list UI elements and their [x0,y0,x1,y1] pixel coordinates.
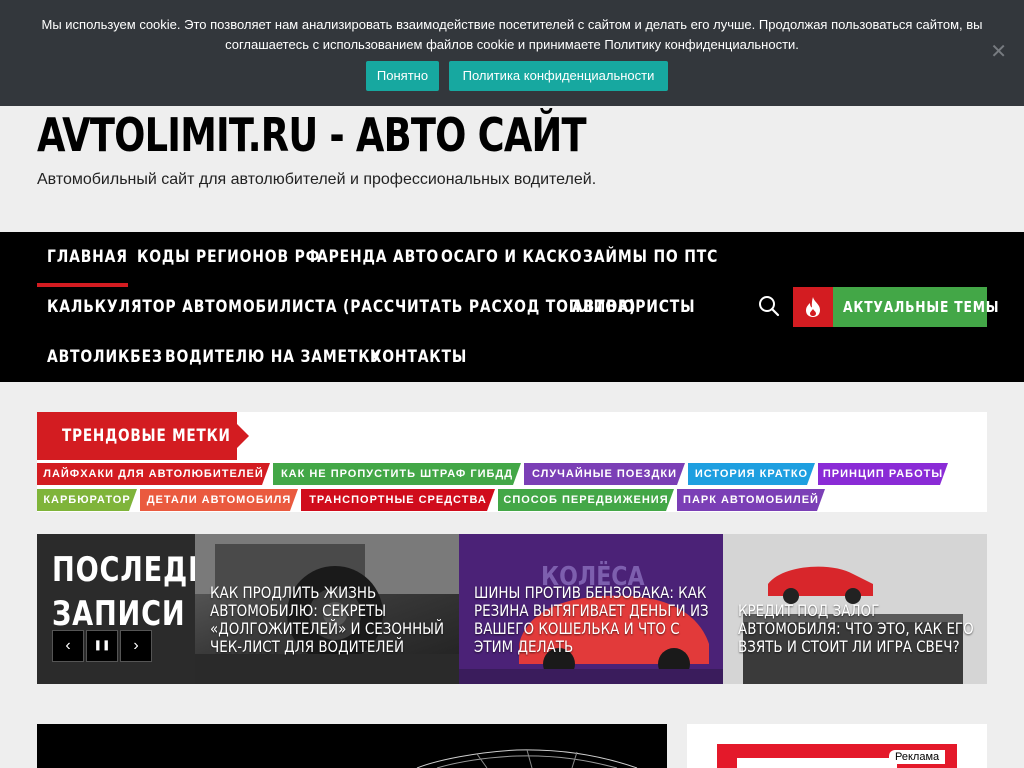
sidebar-ad: Реклама [687,724,987,768]
hot-topics-label: АКТУАЛЬНЫЕ ТЕМЫ [843,298,1000,316]
post-title[interactable]: КРЕДИТ ПОД ЗАЛОГ АВТОМОБИЛЯ: ЧТО ЭТО, КА… [738,602,982,656]
slider-pause-button[interactable]: ❚❚ [86,630,118,662]
search-icon[interactable] [758,295,780,317]
post-title[interactable]: КАК ПРОДЛИТЬ ЖИЗНЬ АВТОМОБИЛЮ: СЕКРЕТЫ «… [210,584,454,656]
fire-icon [806,297,820,317]
trending-heading: ТРЕНДОВЫЕ МЕТКИ [62,426,231,446]
cookie-accept-button[interactable]: Понятно [366,61,439,91]
nav-item-home[interactable]: ГЛАВНАЯ [47,232,128,282]
tag-car-fleet[interactable]: ПАРК АВТОМОБИЛЕЙ [677,489,825,511]
latest-posts-slider: ПОСЛЕДНИЕ ЗАПИСИ ‹ ❚❚ › КАК ПРОДЛИТЬ ЖИЗ… [37,534,987,684]
latest-heading-line1: ПОСЛЕДНИЕ [52,550,255,590]
ad-label: Реклама [889,750,946,764]
post-card[interactable]: КРЕДИТ ПОД ЗАЛОГ АВТОМОБИЛЯ: ЧТО ЭТО, КА… [723,534,987,684]
slider-prev-button[interactable]: ‹ [52,630,84,662]
trending-tags-section: ТРЕНДОВЫЕ МЕТКИ ЛАЙФХАКИ ДЛЯ АВТОЛЮБИТЕЛ… [37,412,987,512]
latest-posts-heading: ПОСЛЕДНИЕ ЗАПИСИ [52,548,255,636]
nav-item-driver-notes[interactable]: ВОДИТЕЛЮ НА ЗАМЕТКУ [165,332,382,382]
nav-item-contacts[interactable]: КОНТАКТЫ [370,332,467,382]
tag-transport-method[interactable]: СПОСОБ ПЕРЕДВИЖЕНИЯ [498,489,674,511]
tag-lifehacks[interactable]: ЛАЙФХАКИ ДЛЯ АВТОЛЮБИТЕЛЕЙ [37,463,270,485]
featured-post-image[interactable] [37,724,667,768]
post-card[interactable]: КОЛЁСА ШИНЫ ПРОТИВ БЕНЗОБАКА: КАК РЕЗИНА… [459,534,723,684]
nav-item-region-codes[interactable]: КОДЫ РЕГИОНОВ РФ [137,232,320,282]
tag-gibdd-fines[interactable]: КАК НЕ ПРОПУСТИТЬ ШТРАФ ГИБДД [273,463,521,485]
close-icon[interactable]: ✕ [990,42,1007,62]
tag-vehicles[interactable]: ТРАНСПОРТНЫЕ СРЕДСТВА [301,489,495,511]
hot-topics-button[interactable]: АКТУАЛЬНЫЕ ТЕМЫ [793,287,999,327]
nav-item-insurance[interactable]: ОСАГО И КАСКО [441,232,582,282]
car-wireframe-image [416,749,638,768]
cookie-text: Мы используем cookie. Это позволяет нам … [41,17,983,52]
nav-item-auto-basics[interactable]: АВТОЛИКБЕЗ [47,332,163,382]
trending-heading-box: ТРЕНДОВЫЕ МЕТКИ [37,412,249,460]
slider-next-button[interactable]: › [120,630,152,662]
tag-car-parts[interactable]: ДЕТАЛИ АВТОМОБИЛЯ [140,489,298,511]
post-title[interactable]: ШИНЫ ПРОТИВ БЕНЗОБАКА: КАК РЕЗИНА ВЫТЯГИ… [474,584,718,656]
tag-short-history[interactable]: ИСТОРИЯ КРАТКО [688,463,815,485]
tag-carburetor[interactable]: КАРБЮРАТОР [37,489,137,511]
privacy-policy-button[interactable]: Политика конфиденциальности [449,61,668,91]
nav-item-car-rental[interactable]: АРЕНДА АВТО [317,232,439,282]
nav-item-calculator[interactable]: КАЛЬКУЛЯТОР АВТОМОБИЛИСТА (РАССЧИТАТЬ РА… [47,282,636,332]
main-navigation: ГЛАВНАЯ КОДЫ РЕГИОНОВ РФ АРЕНДА АВТО ОСА… [0,232,1024,382]
tag-random-trips[interactable]: СЛУЧАЙНЫЕ ПОЕЗДКИ [524,463,685,485]
nav-item-lawyers[interactable]: АВТОЮРИСТЫ [572,282,695,332]
site-title[interactable]: AVTOLIMIT.RU - АВТО САЙТ [37,108,587,162]
post-card[interactable]: КАК ПРОДЛИТЬ ЖИЗНЬ АВТОМОБИЛЮ: СЕКРЕТЫ «… [195,534,459,684]
nav-item-pts-loans[interactable]: ЗАЙМЫ ПО ПТС [583,232,718,282]
site-description: Автомобильный сайт для автолюбителей и п… [37,171,597,188]
cookie-banner: Мы используем cookie. Это позволяет нам … [0,0,1024,106]
tag-operating-principle[interactable]: ПРИНЦИП РАБОТЫ [818,463,948,485]
